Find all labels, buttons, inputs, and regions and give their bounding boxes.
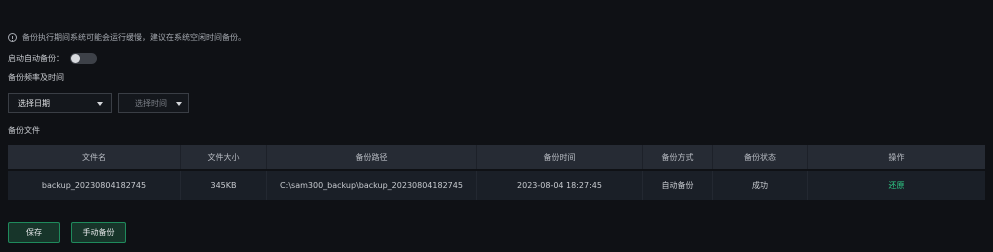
date-select[interactable]: 选择日期 <box>8 93 112 113</box>
restore-link[interactable]: 还原 <box>889 180 905 191</box>
backup-time-cell: 2023-08-04 18:27:45 <box>477 171 643 200</box>
file-name-cell: backup_20230804182745 <box>8 171 181 200</box>
notice-bar: 备份执行期间系统可能会运行缓慢，建议在系统空闲时间备份。 <box>8 30 246 44</box>
action-cell: 还原 <box>808 171 985 200</box>
date-select-value: 选择日期 <box>18 98 50 108</box>
frequency-label: 备份频率及时间 <box>8 73 64 82</box>
auto-backup-toggle[interactable] <box>70 52 97 64</box>
column-header: 操作 <box>888 152 905 162</box>
notice-text: 备份执行期间系统可能会运行缓慢，建议在系统空闲时间备份。 <box>22 32 246 42</box>
chevron-down-icon <box>176 102 182 106</box>
file-size-cell: 345KB <box>181 171 267 200</box>
manual-backup-button[interactable]: 手动备份 <box>71 222 126 243</box>
column-header: 备份方式 <box>643 145 713 169</box>
chevron-down-icon <box>97 102 103 106</box>
column-header: 备份状态 <box>713 145 808 169</box>
info-icon <box>8 32 17 42</box>
table-row: backup_20230804182745 345KB C:\sam300_ba… <box>8 171 985 200</box>
backup-path-cell: C:\sam300_backup\backup_20230804182745 <box>267 171 477 200</box>
table-header: 文件名 文件大小 备份路径 备份时间 备份方式 备份状态 操作 <box>8 145 985 169</box>
backup-method-cell: 自动备份 <box>643 171 713 200</box>
column-header: 文件名 <box>8 145 181 169</box>
files-label: 备份文件 <box>8 126 40 135</box>
backup-settings-panel: 备份执行期间系统可能会运行缓慢，建议在系统空闲时间备份。 启动自动备份： 备份频… <box>0 0 993 252</box>
toggle-knob <box>71 53 80 63</box>
auto-backup-label: 启动自动备份： <box>8 53 64 63</box>
time-select-value: 选择时间 <box>135 98 167 108</box>
backup-status-cell: 成功 <box>713 171 808 200</box>
time-select[interactable]: 选择时间 <box>118 93 189 113</box>
column-header: 备份路径 <box>267 145 477 169</box>
backup-files-table: 文件名 文件大小 备份路径 备份时间 备份方式 备份状态 操作 backup_2… <box>8 145 985 200</box>
auto-backup-row: 启动自动备份： <box>8 51 97 65</box>
column-header: 文件大小 <box>181 145 267 169</box>
column-header: 备份时间 <box>477 145 643 169</box>
save-button[interactable]: 保存 <box>8 222 60 243</box>
